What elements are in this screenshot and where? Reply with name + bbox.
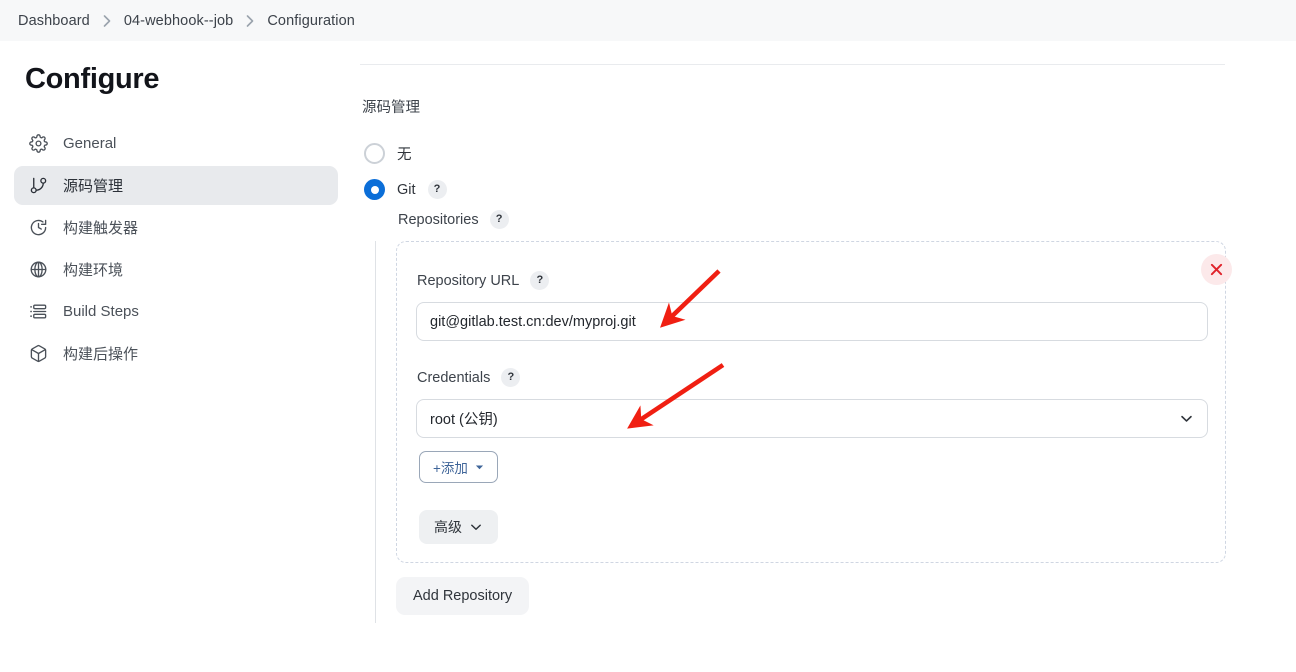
scm-option-label: 无 xyxy=(397,147,412,163)
credentials-label: Credentials xyxy=(417,369,491,386)
gear-icon xyxy=(28,133,49,154)
git-section-guide-line xyxy=(375,241,376,623)
main-content: 源码管理 无 Git ? Repositories ? Repository U… xyxy=(360,41,1296,672)
breadcrumb: Dashboard 04-webhook--job Configuration xyxy=(0,0,1296,41)
add-credentials-button[interactable]: +添加 xyxy=(419,451,498,483)
repository-url-label: Repository URL xyxy=(417,272,520,289)
sidebar-item-label: General xyxy=(63,135,117,152)
radio-none[interactable] xyxy=(364,143,385,164)
sidebar: Configure General 源码管理 构建触发器 构建环境 Build … xyxy=(0,41,352,672)
scm-option-git[interactable]: Git ? xyxy=(364,179,447,200)
sidebar-item-label: Build Steps xyxy=(63,303,139,320)
package-icon xyxy=(28,343,49,364)
credentials-select[interactable]: root (公钥) xyxy=(416,399,1208,438)
repository-card: Repository URL ? Credentials ? root (公钥)… xyxy=(396,241,1232,563)
sidebar-item-post-build[interactable]: 构建后操作 xyxy=(14,334,338,373)
app-root: Dashboard 04-webhook--job Configuration … xyxy=(0,0,1296,672)
caret-down-icon xyxy=(475,464,484,471)
credentials-label-group: Credentials ? xyxy=(417,368,521,387)
chevron-down-icon xyxy=(1179,411,1194,426)
advanced-button[interactable]: 高级 xyxy=(419,510,498,544)
credentials-select-value: root (公钥) xyxy=(430,412,498,428)
sidebar-item-scm[interactable]: 源码管理 xyxy=(14,166,338,205)
remove-repository-button[interactable] xyxy=(1201,254,1232,285)
repositories-label: Repositories xyxy=(398,211,479,228)
scm-option-label: Git xyxy=(397,181,416,198)
repositories-label-group: Repositories ? xyxy=(398,210,509,229)
add-repository-button[interactable]: Add Repository xyxy=(396,577,530,615)
radio-git[interactable] xyxy=(364,179,385,200)
repository-url-label-group: Repository URL ? xyxy=(417,271,550,290)
chevron-down-icon xyxy=(469,520,483,534)
sidebar-item-build-environment[interactable]: 构建环境 xyxy=(14,250,338,289)
help-icon-repositories[interactable]: ? xyxy=(489,210,509,229)
page-title: Configure xyxy=(25,63,160,95)
help-icon-repository-url[interactable]: ? xyxy=(530,271,550,290)
clock-icon xyxy=(28,217,49,238)
help-icon-credentials[interactable]: ? xyxy=(501,368,521,387)
globe-icon xyxy=(28,259,49,280)
sidebar-item-label: 构建后操作 xyxy=(63,346,139,363)
chevron-right-icon xyxy=(103,14,111,27)
scm-option-none[interactable]: 无 xyxy=(364,143,412,164)
list-icon xyxy=(28,301,49,322)
sidebar-item-build-triggers[interactable]: 构建触发器 xyxy=(14,208,338,247)
sidebar-item-label: 构建环境 xyxy=(63,262,124,279)
content-divider xyxy=(360,64,1225,65)
advanced-label: 高级 xyxy=(434,519,462,535)
add-credentials-label: +添加 xyxy=(433,461,468,476)
sidebar-item-build-steps[interactable]: Build Steps xyxy=(14,292,338,331)
sidebar-nav: General 源码管理 构建触发器 构建环境 Build Steps 构建后操… xyxy=(14,124,338,376)
breadcrumb-item-dashboard[interactable]: Dashboard xyxy=(14,11,94,31)
breadcrumb-item-job[interactable]: 04-webhook--job xyxy=(120,11,238,31)
chevron-right-icon xyxy=(246,14,254,27)
sidebar-item-label: 构建触发器 xyxy=(63,220,139,237)
git-branch-icon xyxy=(28,175,49,196)
add-repository-label: Add Repository xyxy=(413,588,513,604)
sidebar-item-general[interactable]: General xyxy=(14,124,338,163)
sidebar-item-label: 源码管理 xyxy=(63,178,124,195)
help-icon-git[interactable]: ? xyxy=(427,180,447,199)
repository-url-input[interactable] xyxy=(416,302,1208,341)
scm-section-title: 源码管理 xyxy=(362,100,420,116)
breadcrumb-item-configuration[interactable]: Configuration xyxy=(263,11,359,31)
